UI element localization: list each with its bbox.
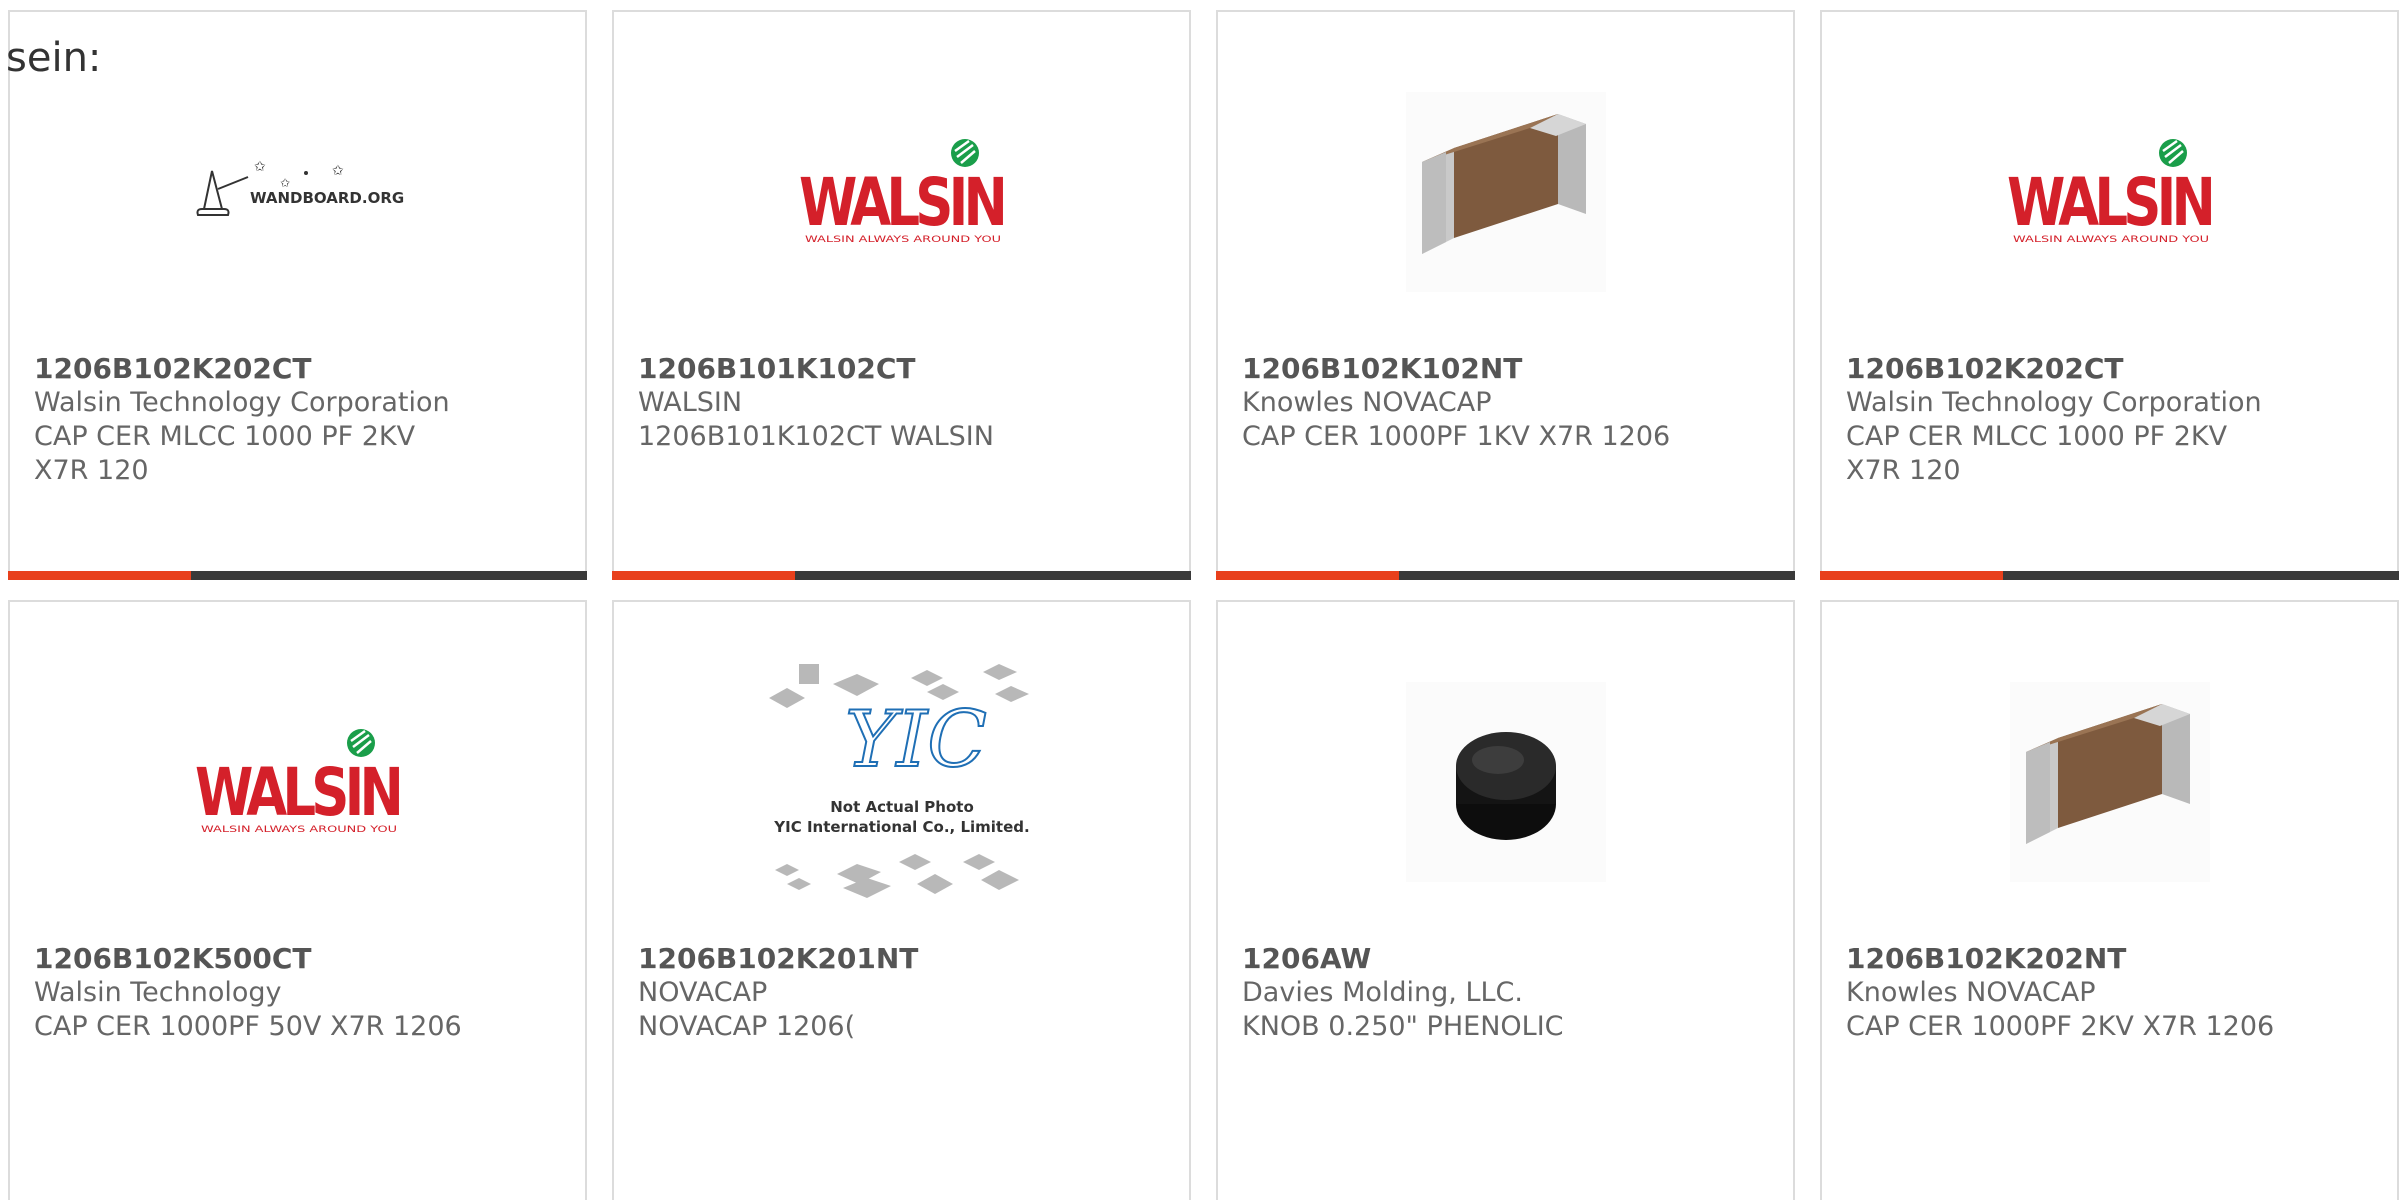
manufacturer: Walsin Technology Corporation bbox=[1846, 387, 2262, 418]
manufacturer: Knowles NOVACAP bbox=[1242, 387, 1492, 418]
placeholder-line1: Not Actual Photo bbox=[830, 798, 974, 816]
card-accent-bar bbox=[8, 571, 191, 580]
logo-text: WANDBOARD.ORG bbox=[250, 189, 404, 207]
product-card[interactable]: WALSIN WALSIN ALWAYS AROUND YOU 1206B101… bbox=[612, 10, 1191, 580]
description: CAP CER 1000PF 2KV X7R 1206 bbox=[1846, 1011, 2275, 1042]
part-number[interactable]: 1206AW bbox=[1242, 942, 1769, 976]
manufacturer: NOVACAP bbox=[638, 977, 768, 1008]
svg-text:✩: ✩ bbox=[332, 163, 344, 179]
placeholder-line2: YIC International Co., Limited. bbox=[773, 818, 1029, 836]
walsin-logo-icon: WALSIN WALSIN ALWAYS AROUND YOU bbox=[195, 729, 403, 835]
card-bottom-bar bbox=[612, 571, 1191, 580]
description: CAP CER MLCC 1000 PF 2KV X7R 120 bbox=[34, 421, 416, 486]
product-image bbox=[1822, 652, 2397, 912]
product-info: 1206B101K102CT WALSIN 1206B101K102CT WAL… bbox=[638, 352, 1165, 454]
wandboard-logo-icon: ✩ ✩ ✩ WANDBOARD.ORG bbox=[196, 159, 404, 216]
product-image: WALSIN WALSIN ALWAYS AROUND YOU bbox=[614, 62, 1189, 322]
card-accent-bar bbox=[1216, 571, 1399, 580]
product-card[interactable]: 1206AW Davies Molding, LLC. KNOB 0.250" … bbox=[1216, 600, 1795, 1200]
svg-text:✩: ✩ bbox=[254, 159, 266, 175]
description: CAP CER 1000PF 1KV X7R 1206 bbox=[1242, 421, 1671, 452]
part-number[interactable]: 1206B102K202CT bbox=[1846, 352, 2373, 386]
manufacturer: Walsin Technology Corporation bbox=[34, 387, 450, 418]
logo-tagline: WALSIN ALWAYS AROUND YOU bbox=[2013, 235, 2209, 245]
manufacturer: Davies Molding, LLC. bbox=[1242, 977, 1523, 1008]
logo-text: YIC bbox=[845, 695, 987, 785]
description: CAP CER MLCC 1000 PF 2KV X7R 120 bbox=[1846, 421, 2228, 486]
card-accent-bar bbox=[1820, 571, 2003, 580]
product-image: WALSIN WALSIN ALWAYS AROUND YOU bbox=[10, 652, 585, 912]
product-info: 1206B102K102NT Knowles NOVACAP CAP CER 1… bbox=[1242, 352, 1769, 454]
logo-text: WALSIN bbox=[2007, 164, 2212, 241]
product-info: 1206B102K201NT NOVACAP NOVACAP 1206( bbox=[638, 942, 1165, 1044]
knob-photo-icon bbox=[1405, 682, 1606, 882]
product-info: 1206B102K202NT Knowles NOVACAP CAP CER 1… bbox=[1846, 942, 2373, 1044]
manufacturer: WALSIN bbox=[638, 387, 743, 418]
logo-tagline: WALSIN ALWAYS AROUND YOU bbox=[805, 235, 1001, 245]
card-accent-bar bbox=[612, 571, 795, 580]
mlcc-chip-photo-icon bbox=[1405, 92, 1606, 292]
mlcc-chip-photo-icon bbox=[2009, 682, 2210, 882]
product-image: YIC Not Actual Photo YIC International C… bbox=[614, 652, 1189, 912]
product-info: 1206B102K202CT Walsin Technology Corpora… bbox=[1846, 352, 2373, 488]
product-info: 1206AW Davies Molding, LLC. KNOB 0.250" … bbox=[1242, 942, 1769, 1044]
product-card[interactable]: ✩ ✩ ✩ WANDBOARD.ORG 1206B102K202CT Walsi… bbox=[8, 10, 587, 580]
part-number[interactable]: 1206B102K202CT bbox=[34, 352, 561, 386]
logo-tagline: WALSIN ALWAYS AROUND YOU bbox=[201, 825, 397, 835]
logo-text: WALSIN bbox=[799, 164, 1004, 241]
product-image bbox=[1218, 652, 1793, 912]
manufacturer: Knowles NOVACAP bbox=[1846, 977, 2096, 1008]
description: CAP CER 1000PF 50V X7R 1206 bbox=[34, 1011, 462, 1042]
description: KNOB 0.250" PHENOLIC bbox=[1242, 1011, 1564, 1042]
product-info: 1206B102K500CT Walsin Technology CAP CER… bbox=[34, 942, 561, 1044]
yic-placeholder-icon: YIC Not Actual Photo YIC International C… bbox=[768, 664, 1029, 898]
logo-text: WALSIN bbox=[195, 754, 400, 831]
product-info: 1206B102K202CT Walsin Technology Corpora… bbox=[34, 352, 561, 488]
walsin-logo-icon: WALSIN WALSIN ALWAYS AROUND YOU bbox=[799, 139, 1007, 245]
part-number[interactable]: 1206B102K102NT bbox=[1242, 352, 1769, 386]
product-image: WALSIN WALSIN ALWAYS AROUND YOU bbox=[1822, 62, 2397, 322]
product-card[interactable]: YIC Not Actual Photo YIC International C… bbox=[612, 600, 1191, 1200]
product-grid: ✩ ✩ ✩ WANDBOARD.ORG 1206B102K202CT Walsi… bbox=[8, 10, 2400, 1200]
description: 1206B101K102CT WALSIN bbox=[638, 421, 994, 452]
product-card[interactable]: WALSIN WALSIN ALWAYS AROUND YOU 1206B102… bbox=[1820, 10, 2399, 580]
description: NOVACAP 1206( bbox=[638, 1011, 856, 1042]
part-number[interactable]: 1206B102K202NT bbox=[1846, 942, 2373, 976]
product-card[interactable]: 1206B102K102NT Knowles NOVACAP CAP CER 1… bbox=[1216, 10, 1795, 580]
product-image: ✩ ✩ ✩ WANDBOARD.ORG bbox=[10, 62, 585, 322]
card-bottom-bar bbox=[1216, 571, 1795, 580]
product-card[interactable]: 1206B102K202NT Knowles NOVACAP CAP CER 1… bbox=[1820, 600, 2399, 1200]
intro-text: sein: bbox=[6, 35, 102, 81]
part-number[interactable]: 1206B101K102CT bbox=[638, 352, 1165, 386]
svg-text:✩: ✩ bbox=[280, 176, 290, 190]
walsin-logo-icon: WALSIN WALSIN ALWAYS AROUND YOU bbox=[2007, 139, 2215, 245]
product-image bbox=[1218, 62, 1793, 322]
card-bottom-bar bbox=[8, 571, 587, 580]
card-bottom-bar bbox=[1820, 571, 2399, 580]
manufacturer: Walsin Technology bbox=[34, 977, 282, 1008]
part-number[interactable]: 1206B102K500CT bbox=[34, 942, 561, 976]
product-card[interactable]: WALSIN WALSIN ALWAYS AROUND YOU 1206B102… bbox=[8, 600, 587, 1200]
part-number[interactable]: 1206B102K201NT bbox=[638, 942, 1165, 976]
